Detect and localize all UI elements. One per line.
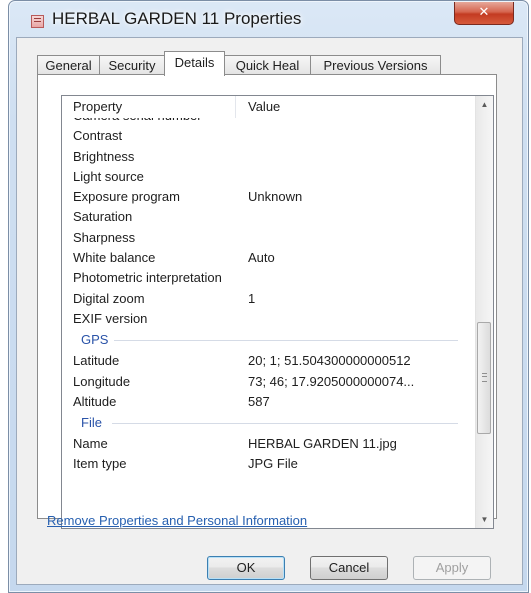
column-divider[interactable]	[235, 96, 236, 118]
tab-quick-heal[interactable]: Quick Heal	[224, 55, 311, 75]
list-item[interactable]: Brightness	[62, 147, 472, 167]
list-item[interactable]: Name HERBAL GARDEN 11.jpg	[62, 434, 472, 454]
list-item[interactable]: Digital zoom 1	[62, 289, 472, 309]
list-item[interactable]: Photometric interpretation	[62, 268, 472, 288]
close-button[interactable]: ✕	[454, 2, 514, 25]
group-header-file[interactable]: File	[62, 412, 472, 434]
tab-general[interactable]: General	[37, 55, 100, 75]
property-value: 20; 1; 51.504300000000512	[248, 353, 411, 369]
image-file-icon	[31, 15, 44, 28]
property-value: 1	[248, 290, 256, 306]
properties-dialog: HERBAL GARDEN 11 Properties ✕ General Se…	[8, 0, 529, 593]
property-name: Brightness	[73, 148, 135, 164]
property-list[interactable]: Property Value Camera serial number Cont…	[61, 95, 494, 529]
group-divider	[112, 340, 458, 342]
property-name: EXIF version	[73, 310, 148, 326]
remove-properties-link[interactable]: Remove Properties and Personal Informati…	[47, 513, 307, 528]
apply-button[interactable]: Apply	[413, 556, 491, 580]
property-name: Latitude	[73, 353, 120, 369]
property-name: Sharpness	[73, 229, 136, 245]
list-item[interactable]: EXIF version	[62, 309, 472, 329]
list-item[interactable]: Saturation	[62, 207, 472, 227]
property-name: Longitude	[73, 373, 131, 389]
property-name: Digital zoom	[73, 290, 145, 306]
tab-previous-versions[interactable]: Previous Versions	[310, 55, 441, 75]
property-name: Saturation	[73, 209, 133, 225]
title-bar[interactable]: HERBAL GARDEN 11 Properties ✕	[9, 1, 528, 39]
property-name: Exposure program	[73, 189, 180, 205]
list-item[interactable]: Light source	[62, 167, 472, 187]
property-name: White balance	[73, 250, 156, 266]
property-name: Item type	[73, 456, 127, 472]
property-value: JPG File	[248, 456, 298, 472]
property-name: Name	[73, 436, 108, 452]
group-header-gps[interactable]: GPS	[62, 329, 472, 351]
list-header: Property Value	[62, 96, 472, 118]
property-name: Altitude	[73, 393, 117, 409]
group-label: GPS	[73, 332, 115, 348]
property-value: 73; 46; 17.9205000000074...	[248, 373, 415, 389]
cancel-button[interactable]: Cancel	[310, 556, 388, 580]
property-value: HERBAL GARDEN 11.jpg	[248, 436, 397, 452]
list-item[interactable]: Longitude 73; 46; 17.9205000000074...	[62, 372, 472, 392]
property-name: Light source	[73, 168, 144, 184]
property-name: Contrast	[73, 128, 123, 144]
column-header-property[interactable]: Property	[73, 99, 122, 114]
group-label: File	[73, 415, 108, 431]
group-divider	[112, 423, 458, 425]
grip-icon	[482, 373, 487, 382]
details-panel: Property Value Camera serial number Cont…	[37, 74, 497, 529]
tab-details[interactable]: Details	[164, 51, 225, 76]
list-item[interactable]: White balance Auto	[62, 248, 472, 268]
column-header-value[interactable]: Value	[248, 99, 280, 114]
scroll-down-arrow-icon[interactable]: ▼	[476, 511, 493, 528]
property-name: Photometric interpretation	[73, 270, 222, 286]
dialog-client-area: General Security Details Quick Heal Prev…	[16, 37, 523, 585]
list-item[interactable]: Contrast	[62, 126, 472, 146]
scrollbar-thumb[interactable]	[477, 322, 491, 434]
window-title: HERBAL GARDEN 11 Properties	[52, 9, 302, 28]
list-item[interactable]: Sharpness	[62, 228, 472, 248]
property-value: Unknown	[248, 189, 303, 205]
vertical-scrollbar[interactable]: ▲ ▼	[475, 96, 493, 528]
list-item[interactable]: Item type JPG File	[62, 454, 472, 474]
list-item[interactable]: Altitude 587	[62, 392, 472, 412]
property-rows: Camera serial number Contrast Brightness…	[62, 106, 472, 475]
list-item[interactable]: Latitude 20; 1; 51.504300000000512	[62, 351, 472, 371]
list-item[interactable]: Exposure program Unknown	[62, 187, 472, 207]
tab-security[interactable]: Security	[99, 55, 165, 75]
scroll-up-arrow-icon[interactable]: ▲	[476, 96, 493, 113]
property-value: Auto	[248, 250, 275, 266]
property-value: 587	[248, 393, 270, 409]
ok-button[interactable]: OK	[207, 556, 285, 580]
